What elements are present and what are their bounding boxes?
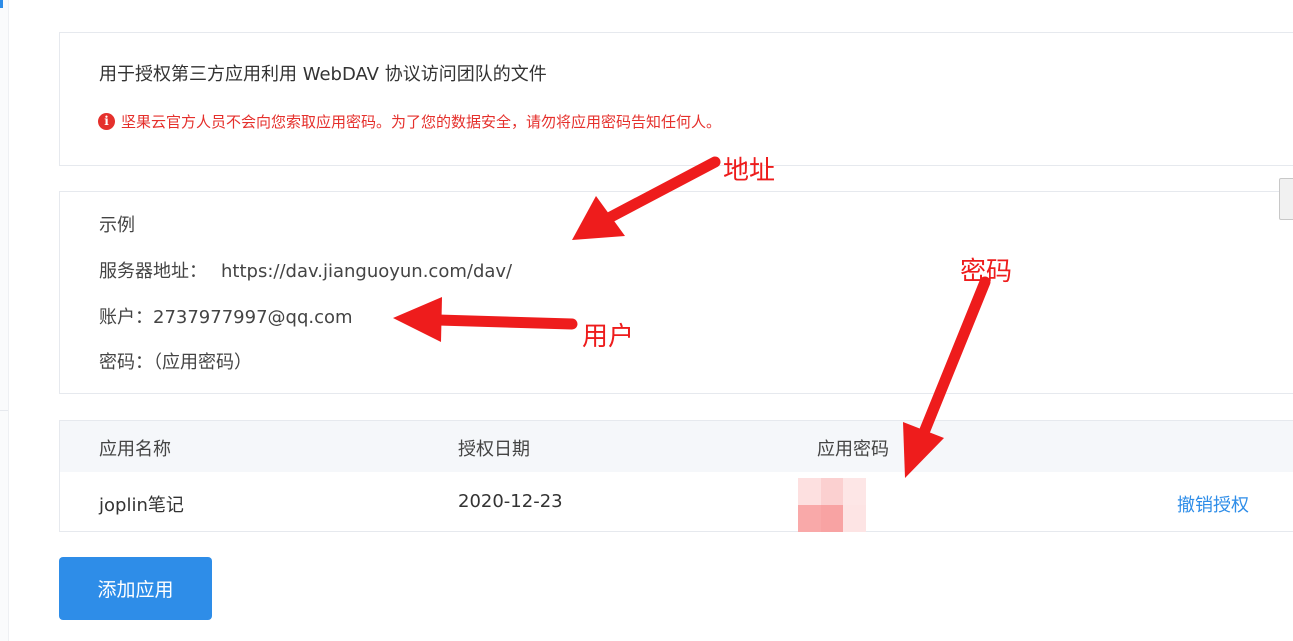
password-label: 密码： — [99, 352, 153, 373]
security-warning-text: 坚果云官方人员不会向您索取应用密码。为了您的数据安全，请勿将应用密码告知任何人。 — [121, 113, 722, 131]
info-card: 用于授权第三方应用利用 WebDAV 协议访问团队的文件 i 坚果云官方人员不会… — [59, 32, 1293, 166]
column-header-app-name: 应用名称 — [99, 439, 171, 460]
account-value: 2737977997@qq.com — [153, 307, 353, 328]
info-circle-icon: i — [98, 113, 115, 130]
server-address-value: https://dav.jianguoyun.com/dav/ — [221, 261, 513, 282]
side-nav-active-indicator — [0, 0, 3, 8]
column-header-auth-date: 授权日期 — [458, 439, 530, 460]
webdav-settings-page: 用于授权第三方应用利用 WebDAV 协议访问团队的文件 i 坚果云官方人员不会… — [0, 0, 1293, 641]
server-address-row: 服务器地址： https://dav.jianguoyun.com/dav/ — [99, 257, 512, 283]
side-nav-divider — [0, 410, 8, 411]
example-card: 示例 服务器地址： https://dav.jianguoyun.com/dav/… — [59, 191, 1293, 394]
auth-date-cell: 2020-12-23 — [458, 491, 563, 512]
annotation-address: 地址 — [723, 156, 776, 186]
info-description: 用于授权第三方应用利用 WebDAV 协议访问团队的文件 — [99, 64, 547, 85]
column-header-app-password: 应用密码 — [817, 439, 889, 460]
example-title: 示例 — [99, 215, 135, 236]
password-row: 密码：（应用密码） — [99, 348, 252, 374]
account-row: 账户：2737977997@qq.com — [99, 303, 353, 329]
app-name-cell: joplin笔记 — [99, 495, 184, 516]
password-value: （应用密码） — [153, 352, 252, 373]
add-app-button[interactable]: 添加应用 — [59, 557, 212, 620]
authorized-apps-table: 应用名称 授权日期 应用密码 joplin笔记 2020-12-23 撤销授权 — [59, 420, 1293, 532]
scrollbar-thumb[interactable] — [1279, 178, 1293, 220]
app-password-redacted — [798, 478, 866, 532]
annotation-password: 密码 — [960, 257, 1013, 287]
security-warning: i 坚果云官方人员不会向您索取应用密码。为了您的数据安全，请勿将应用密码告知任何… — [98, 111, 721, 132]
server-address-label: 服务器地址： — [99, 261, 207, 282]
revoke-authorization-link[interactable]: 撤销授权 — [1177, 491, 1249, 517]
account-label: 账户： — [99, 307, 153, 328]
side-nav-edge — [0, 0, 9, 641]
table-header: 应用名称 授权日期 应用密码 — [60, 421, 1293, 472]
annotation-user: 用户 — [582, 322, 635, 352]
